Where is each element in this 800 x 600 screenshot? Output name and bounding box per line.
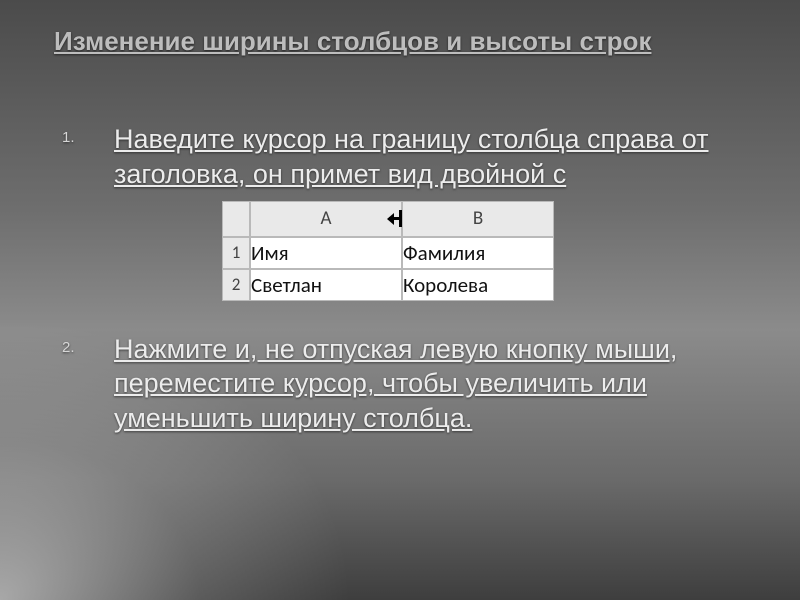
cell-b1: Фамилия [402,237,554,269]
excel-grid: A B 1 Имя Фамилия [222,201,554,301]
step-1-text: Наведите курсор на границу столбца справ… [114,124,709,189]
step-2-text: Нажмите и, не отпуская левую кнопку мыши… [114,334,677,433]
instruction-list: Наведите курсор на границу столбца справ… [54,122,752,455]
table-row: 2 Светлан Королева [222,269,554,301]
row-header-2: 2 [222,269,250,301]
step-1: Наведите курсор на границу столбца справ… [54,122,752,310]
step-2: Нажмите и, не отпуская левую кнопку мыши… [54,332,752,436]
table-row: 1 Имя Фамилия [222,237,554,269]
row-header-1: 1 [222,237,250,269]
column-a-label: A [321,207,332,230]
column-header-a: A [250,201,402,237]
cell-a1: Имя [250,237,402,269]
slide-title: Изменение ширины столбцов и высоты строк [54,26,746,57]
slide: Изменение ширины столбцов и высоты строк… [0,0,800,600]
excel-screenshot: A B 1 Имя Фамилия [222,201,752,310]
cell-a2: Светлан [250,269,402,301]
column-b-label: B [473,207,483,230]
column-header-b: B [402,201,554,237]
cell-b2: Королева [402,269,554,301]
select-all-corner [222,201,250,237]
